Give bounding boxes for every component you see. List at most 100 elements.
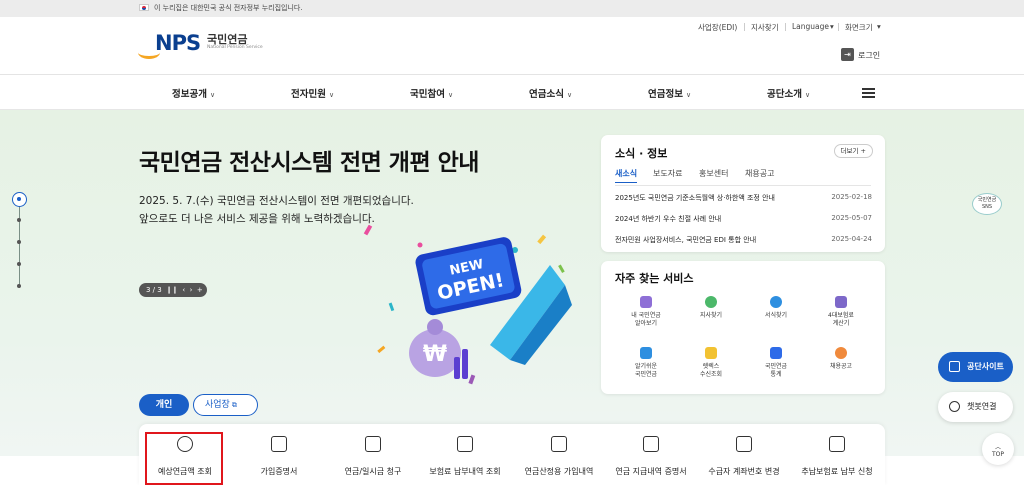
util-link-edi[interactable]: 사업장(EDI) bbox=[698, 22, 737, 33]
site-link-label: 공단사이트 bbox=[967, 362, 1004, 371]
service-label: 알기쉬운 bbox=[634, 363, 658, 370]
news-item-title[interactable]: 2024년 하반기 우수 친절 사례 안내 bbox=[615, 214, 721, 224]
service-statistics[interactable]: 국민연금 통계 bbox=[746, 347, 806, 379]
quick-certificate[interactable]: 가입증명서 bbox=[233, 436, 325, 477]
service-label: 내 국민연금 bbox=[631, 312, 661, 319]
nps-logo[interactable]: NPS 국민연금 National Pension Service bbox=[137, 29, 264, 61]
service-paperless[interactable]: 렛렉스 수신조회 bbox=[681, 347, 741, 379]
nav-item-participation[interactable]: 국민참여 ∨ bbox=[410, 86, 453, 100]
menu-icon[interactable] bbox=[862, 88, 875, 98]
quick-label: 연금 지급내역 증명서 bbox=[615, 467, 687, 476]
quick-payment-history[interactable]: 보험료 납부내역 조회 bbox=[419, 436, 511, 477]
service-find-branch[interactable]: 지사찾기 bbox=[681, 296, 741, 320]
util-divider bbox=[785, 23, 786, 31]
tab-business-label: 사업장 bbox=[205, 400, 230, 410]
service-label: 렛렉스 bbox=[702, 363, 720, 370]
sns-label: 국민연금 bbox=[977, 197, 997, 203]
news-title: 소식 · 정보 bbox=[615, 147, 668, 160]
prev-icon[interactable]: ‹ bbox=[180, 286, 185, 294]
external-link-icon: ⧉ bbox=[231, 401, 237, 409]
nav-label: 연금정보 bbox=[648, 89, 683, 100]
quick-menu-panel: 예상연금액 조회 가입증명서 연금/일시금 청구 보험료 납부내역 조회 연금산… bbox=[139, 424, 885, 485]
slide-indicator-dot[interactable] bbox=[17, 284, 21, 288]
nav-item-pension-info[interactable]: 연금정보 ∨ bbox=[648, 86, 691, 100]
pension-book-icon bbox=[640, 296, 652, 308]
quick-claim[interactable]: 연금/일시금 청구 bbox=[327, 436, 419, 477]
mail-icon bbox=[705, 347, 717, 359]
service-my-pension[interactable]: 내 국민연금 알아보기 bbox=[616, 296, 676, 328]
chevron-down-icon: ∨ bbox=[804, 91, 811, 99]
nav-label: 정보공개 bbox=[172, 89, 207, 100]
plus-icon[interactable]: + bbox=[195, 286, 203, 294]
slide-indicator-active[interactable] bbox=[12, 192, 27, 207]
slide-indicator-dot[interactable] bbox=[17, 218, 21, 222]
top-button[interactable]: ︿ TOP bbox=[982, 433, 1014, 465]
news-item-date: 2025-05-07 bbox=[831, 214, 872, 222]
service-insurance-calc[interactable]: 4대보험료 계산기 bbox=[811, 296, 871, 328]
news-item-title[interactable]: 2025년도 국민연금 기준소득월액 상·하한액 조정 안내 bbox=[615, 193, 775, 203]
logo-text: NPS bbox=[137, 31, 201, 59]
quick-account-change[interactable]: 수급자 계좌번호 변경 bbox=[698, 436, 790, 477]
nav-item-about[interactable]: 공단소개 ∨ bbox=[767, 86, 810, 100]
quick-payment-certificate[interactable]: 연금 지급내역 증명서 bbox=[605, 436, 697, 477]
chevron-down-icon: ▾ bbox=[877, 22, 881, 31]
quick-enrollment-history[interactable]: 연금산정용 가입내역 bbox=[513, 436, 605, 477]
login-icon[interactable]: ⇥ bbox=[841, 48, 854, 61]
nav-item-news[interactable]: 연금소식 ∨ bbox=[529, 86, 572, 100]
chat-money-icon bbox=[829, 436, 845, 452]
pause-icon[interactable]: ❙❙ bbox=[164, 286, 178, 294]
news-item-date: 2025-04-24 bbox=[831, 235, 872, 243]
slide-indicator-dot[interactable] bbox=[17, 240, 21, 244]
next-icon[interactable]: › bbox=[187, 286, 193, 294]
edit-document-icon bbox=[736, 436, 752, 452]
quick-additional-payment[interactable]: 추납보험료 납부 신청 bbox=[791, 436, 883, 477]
more-button[interactable]: 더보기 + bbox=[833, 144, 873, 158]
search-icon bbox=[770, 296, 782, 308]
service-label: 서식찾기 bbox=[764, 312, 788, 319]
service-recruit[interactable]: 채용공고 bbox=[811, 347, 871, 371]
logo-english: National Pension Service bbox=[207, 45, 263, 50]
quick-label: 보험료 납부내역 조회 bbox=[429, 467, 501, 476]
chevron-down-icon: ∨ bbox=[566, 91, 573, 99]
service-label: 알아보기 bbox=[634, 320, 658, 327]
chatbot-button[interactable]: 챗봇연결 bbox=[938, 392, 1013, 422]
chevron-down-icon: ∨ bbox=[685, 91, 692, 99]
sns-label: SNS bbox=[981, 204, 993, 210]
util-divider bbox=[744, 23, 745, 31]
tab-divider bbox=[615, 185, 871, 186]
chevron-down-icon: ∨ bbox=[447, 91, 454, 99]
service-find-forms[interactable]: 서식찾기 bbox=[746, 296, 806, 320]
tab-pr-center[interactable]: 홍보센터 bbox=[699, 168, 728, 179]
slide-indicator-dot[interactable] bbox=[17, 262, 21, 266]
site-link-button[interactable]: 공단사이트 bbox=[938, 352, 1013, 382]
quick-label: 추납보험료 납부 신청 bbox=[801, 467, 873, 476]
slide-controller[interactable]: 3 / 3 ❙❙ ‹ › + bbox=[139, 283, 207, 297]
news-item-title[interactable]: 전자민원 사업장서비스, 국민연금 EDI 통합 안내 bbox=[615, 235, 756, 245]
selection-highlight bbox=[145, 432, 223, 485]
nav-label: 전자민원 bbox=[291, 89, 326, 100]
nav-item-info[interactable]: 정보공개 ∨ bbox=[172, 86, 215, 100]
util-link-font-size[interactable]: 화면크기 bbox=[845, 22, 873, 33]
service-label: 채용공고 bbox=[829, 363, 853, 370]
header: NPS 국민연금 National Pension Service 사업장(ED… bbox=[0, 17, 1024, 75]
tab-individual[interactable]: 개인 bbox=[139, 394, 189, 416]
nav-label: 공단소개 bbox=[767, 89, 802, 100]
quick-label: 가입증명서 bbox=[260, 467, 298, 476]
util-link-language[interactable]: Language bbox=[792, 22, 829, 31]
sns-badge[interactable]: 국민연금 SNS bbox=[972, 193, 1002, 215]
tab-news[interactable]: 새소식 bbox=[615, 168, 638, 183]
login-link[interactable]: 로그인 bbox=[858, 50, 880, 61]
frequent-services-card: 자주 찾는 서비스 내 국민연금 알아보기 지사찾기 서식찾기 4대보험료 계산기 … bbox=[601, 261, 885, 394]
tab-press[interactable]: 보도자료 bbox=[653, 168, 682, 179]
chart-icon bbox=[770, 347, 782, 359]
chevron-down-icon: ∨ bbox=[328, 91, 335, 99]
util-link-branch[interactable]: 지사찾기 bbox=[751, 22, 779, 33]
korea-flag-icon bbox=[139, 4, 149, 11]
tab-recruit[interactable]: 채용공고 bbox=[745, 168, 774, 179]
service-label: 수신조회 bbox=[699, 371, 723, 378]
service-easy-pension[interactable]: 알기쉬운 국민연금 bbox=[616, 347, 676, 379]
tab-business[interactable]: 사업장 ⧉ bbox=[193, 394, 258, 416]
document-icon bbox=[365, 436, 381, 452]
nav-label: 연금소식 bbox=[529, 89, 564, 100]
nav-item-civil[interactable]: 전자민원 ∨ bbox=[291, 86, 334, 100]
